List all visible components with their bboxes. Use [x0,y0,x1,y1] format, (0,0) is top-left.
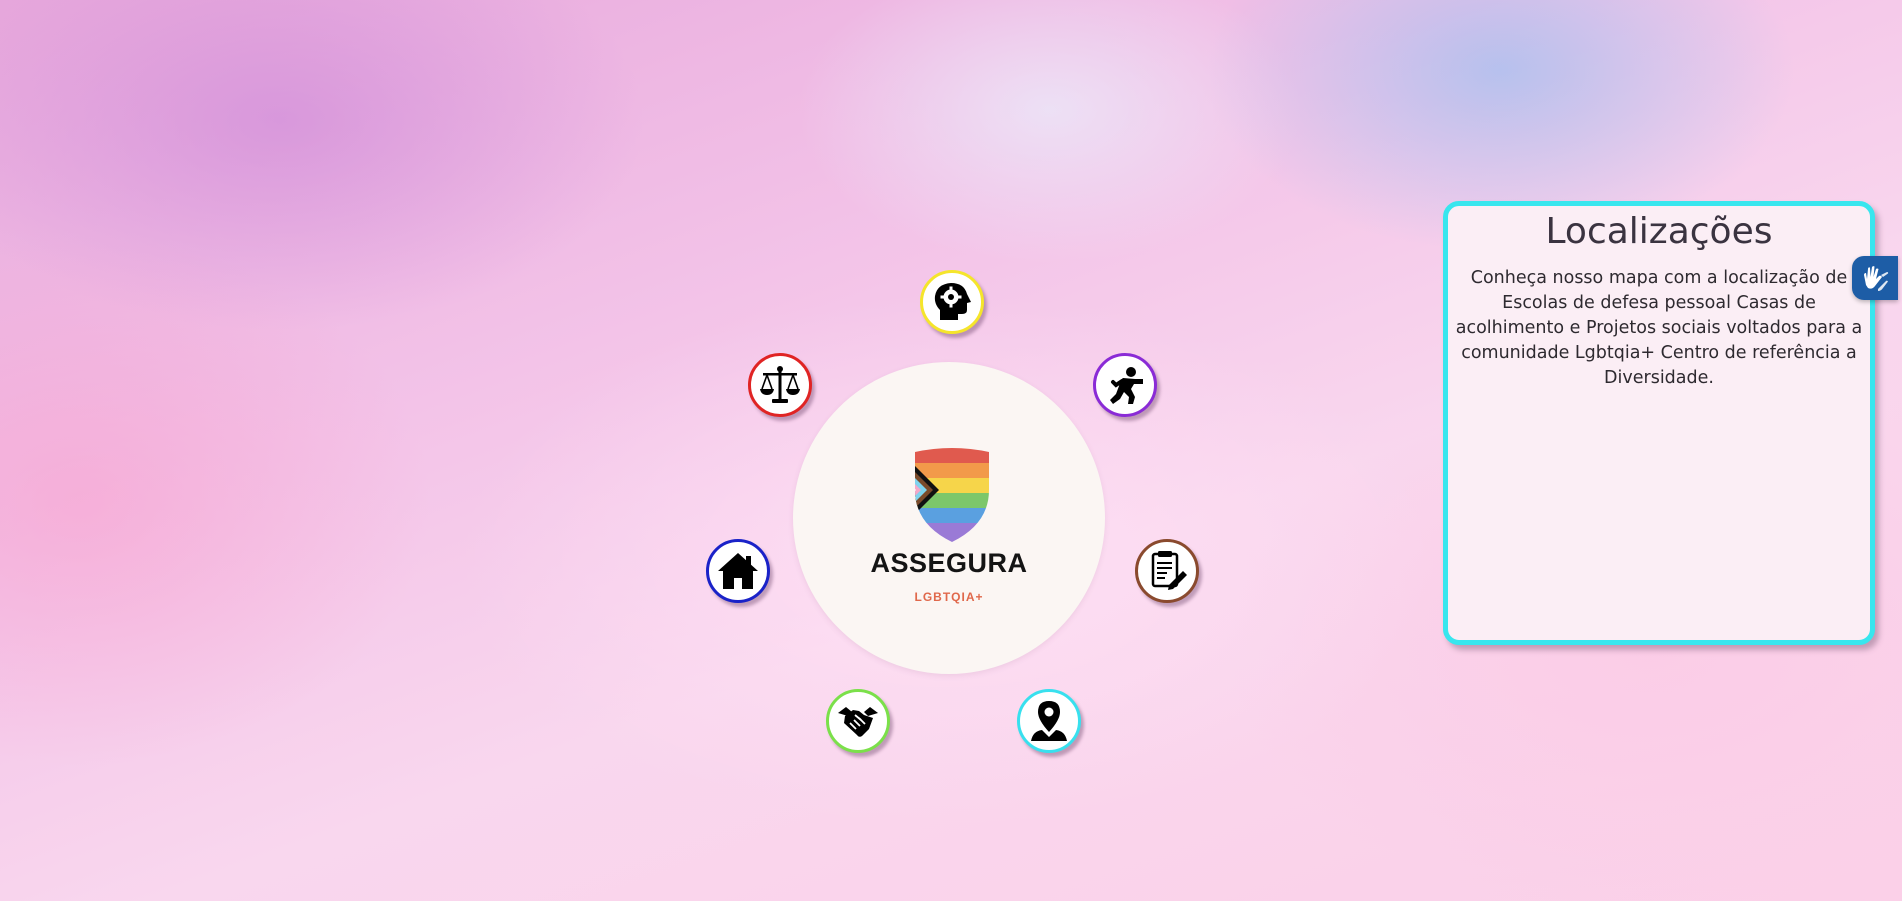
legal-button[interactable] [748,353,812,417]
info-panel-title: Localizações [1545,211,1773,252]
brand-tagline: LGBTQIA+ [914,590,984,604]
info-panel-description: Conheça nosso mapa com a localização de … [1455,268,1863,388]
self-defense-fighter-icon [1110,367,1143,404]
house-icon [718,553,758,589]
document-edit-icon [1151,551,1187,590]
locations-button[interactable] [1017,689,1081,753]
page: ASSEGURA LGBTQIA+ Localizações Conheça n… [0,0,1902,901]
logo-circle[interactable]: ASSEGURA LGBTQIA+ [793,362,1105,674]
accessibility-button[interactable] [1852,256,1898,300]
self-defense-button[interactable] [1093,353,1157,417]
info-panel: Localizações Conheça nosso mapa com a lo… [1443,201,1875,645]
sign-language-hands-icon [1864,266,1889,291]
partnerships-button[interactable] [826,689,890,753]
shelter-button[interactable] [706,539,770,603]
brand-name: ASSEGURA [870,548,1028,578]
justice-scales-icon [760,366,800,403]
mental-health-head-icon [934,283,971,320]
documents-button[interactable] [1135,539,1199,603]
handshake-icon [838,707,878,737]
map-location-pin-icon [1031,701,1067,741]
mental-health-button[interactable] [920,270,984,334]
rainbow-shield-logo-icon [915,448,989,542]
